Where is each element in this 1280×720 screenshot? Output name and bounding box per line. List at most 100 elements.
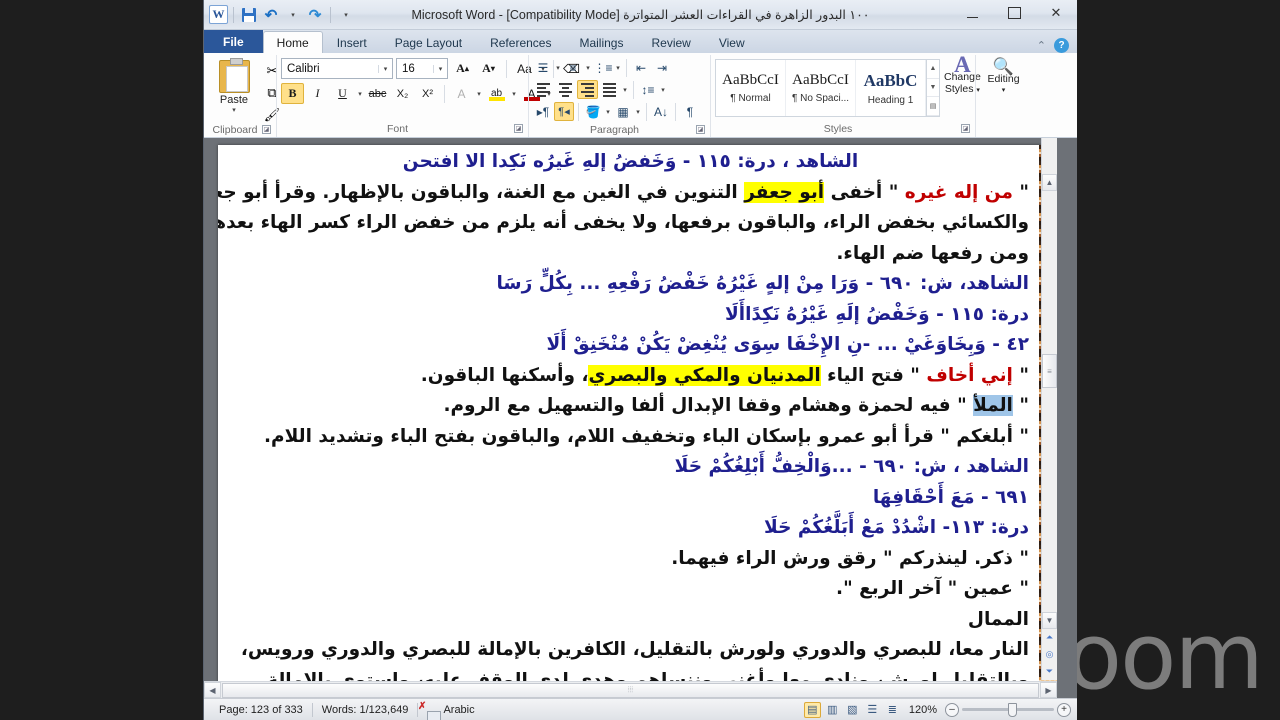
scroll-right-button[interactable]: ▶ xyxy=(1040,682,1057,698)
editing-button[interactable]: 🔍 Editing ▾ xyxy=(980,58,1027,97)
justify-dropdown-icon[interactable]: ▾ xyxy=(621,86,629,94)
collapse-ribbon-icon[interactable]: ⌃ xyxy=(1037,39,1046,52)
document-text-body[interactable]: الشاهد ، درة: ١١٥ - وَخَفضُ إلهِ غَيرُه … xyxy=(218,147,1029,690)
page-indicator[interactable]: Page: 123 of 333 xyxy=(210,704,312,716)
align-right-icon[interactable] xyxy=(577,80,598,99)
text-effects-icon[interactable]: A xyxy=(450,83,473,104)
superscript-button[interactable]: X² xyxy=(416,83,439,104)
horizontal-scroll-thumb[interactable]: ⦙⦙⦙ xyxy=(222,682,1039,698)
subscript-button[interactable]: X₂ xyxy=(391,83,414,104)
tab-insert[interactable]: Insert xyxy=(323,31,381,53)
tab-review[interactable]: Review xyxy=(637,31,704,53)
minimize-button[interactable] xyxy=(951,0,993,26)
numbering-dropdown-icon[interactable]: ▾ xyxy=(584,64,592,72)
styles-dialog-launcher-icon[interactable]: ◪ xyxy=(961,124,970,133)
save-icon[interactable] xyxy=(239,5,259,25)
document-page[interactable]: الشاهد ، درة: ١١٥ - وَخَفضُ إلهِ غَيرُه … xyxy=(218,145,1063,690)
clipboard-dialog-launcher-icon[interactable]: ◪ xyxy=(262,125,271,134)
web-layout-icon[interactable]: ▧ xyxy=(844,702,861,718)
shading-icon[interactable]: 🪣 xyxy=(583,102,603,121)
redo-icon[interactable]: ↷ xyxy=(305,5,325,25)
tab-references[interactable]: References xyxy=(476,31,565,53)
scroll-up-button[interactable]: ▲ xyxy=(1042,174,1057,191)
vertical-scrollbar[interactable]: ▲ ≡ ▼ ⏶ ◎ ⏷ xyxy=(1041,138,1057,680)
tab-file[interactable]: File xyxy=(204,30,263,53)
vertical-scroll-track[interactable] xyxy=(1042,388,1057,612)
italic-button[interactable]: I xyxy=(306,83,329,104)
borders-dropdown-icon[interactable]: ▾ xyxy=(634,108,642,116)
horizontal-scrollbar[interactable]: ◀ ⦙⦙⦙ ▶ xyxy=(204,681,1057,698)
styles-scroll-down-icon[interactable]: ▼ xyxy=(927,79,939,98)
justify-icon[interactable] xyxy=(599,80,620,99)
bullets-dropdown-icon[interactable]: ▾ xyxy=(554,64,562,72)
underline-dropdown-icon[interactable]: ▾ xyxy=(356,90,364,98)
font-size-combo[interactable]: 16 ▾ xyxy=(396,58,448,79)
style-heading-1[interactable]: AaBbC Heading 1 xyxy=(856,60,926,116)
tab-page-layout[interactable]: Page Layout xyxy=(381,31,476,53)
zoom-slider-knob[interactable] xyxy=(1008,702,1017,717)
highlight-icon[interactable]: ab xyxy=(485,83,508,104)
underline-button[interactable]: U xyxy=(331,83,354,104)
customize-qat-icon[interactable]: ▾ xyxy=(336,5,356,25)
full-screen-reading-icon[interactable]: ▥ xyxy=(824,702,841,718)
editing-dropdown-icon[interactable]: ▾ xyxy=(1002,85,1006,97)
help-icon[interactable]: ? xyxy=(1054,38,1069,53)
previous-page-icon[interactable]: ⏶ xyxy=(1042,629,1057,646)
bullets-icon[interactable]: ☰ xyxy=(533,58,553,77)
zoom-level[interactable]: 120% xyxy=(904,704,942,716)
language-indicator[interactable]: Arabic xyxy=(434,704,483,716)
line-spacing-icon[interactable]: ↕≡ xyxy=(638,80,658,99)
style-no-spacing[interactable]: AaBbCcI ¶ No Spaci... xyxy=(786,60,856,116)
close-button[interactable]: ✕ xyxy=(1035,0,1077,26)
outline-icon[interactable]: ☰ xyxy=(864,702,881,718)
select-browse-object-icon[interactable]: ◎ xyxy=(1042,646,1057,663)
scroll-down-button[interactable]: ▼ xyxy=(1042,612,1057,629)
styles-more-icon[interactable]: ▤ xyxy=(927,97,939,117)
chevron-down-icon[interactable]: ▾ xyxy=(378,64,392,73)
shrink-font-icon[interactable]: A ▾ xyxy=(477,58,500,79)
undo-dropdown-icon[interactable]: ▾ xyxy=(283,5,303,25)
scroll-left-button[interactable]: ◀ xyxy=(204,682,221,698)
decrease-indent-icon[interactable]: ⇤ xyxy=(631,58,651,77)
font-dialog-launcher-icon[interactable]: ◪ xyxy=(514,124,523,133)
print-layout-icon[interactable]: ▤ xyxy=(803,701,821,718)
ltr-icon[interactable]: ▸¶ xyxy=(533,102,553,121)
paste-button[interactable]: Paste ▾ xyxy=(208,58,260,124)
align-center-icon[interactable] xyxy=(555,80,576,99)
line-spacing-dropdown-icon[interactable]: ▾ xyxy=(659,86,667,94)
paragraph-dialog-launcher-icon[interactable]: ◪ xyxy=(696,125,705,134)
bold-button[interactable]: B xyxy=(281,83,304,104)
style-normal[interactable]: AaBbCcI ¶ Normal xyxy=(716,60,786,116)
sort-icon[interactable]: A↓ xyxy=(651,102,671,121)
numbering-icon[interactable]: ≡ xyxy=(563,58,583,77)
draft-icon[interactable]: ≣ xyxy=(884,702,901,718)
chevron-down-icon[interactable]: ▾ xyxy=(433,64,447,73)
zoom-out-button[interactable]: – xyxy=(945,702,959,717)
grow-font-icon[interactable]: A ▴ xyxy=(451,58,474,79)
multilevel-list-icon[interactable]: ⋮≡ xyxy=(593,58,613,77)
strikethrough-button[interactable]: abc xyxy=(366,83,389,104)
word-logo-icon[interactable]: W xyxy=(209,5,228,24)
align-left-icon[interactable] xyxy=(533,80,554,99)
zoom-in-button[interactable]: + xyxy=(1057,702,1071,717)
maximize-button[interactable] xyxy=(993,0,1035,26)
increase-indent-icon[interactable]: ⇥ xyxy=(652,58,672,77)
highlight-dropdown-icon[interactable]: ▾ xyxy=(510,90,518,98)
next-page-icon[interactable]: ⏷ xyxy=(1042,663,1057,680)
text-effects-dropdown-icon[interactable]: ▾ xyxy=(475,90,483,98)
tab-home[interactable]: Home xyxy=(262,31,323,53)
show-formatting-marks-icon[interactable]: ¶ xyxy=(680,102,700,121)
font-name-combo[interactable]: Calibri ▾ xyxy=(281,58,393,79)
tab-mailings[interactable]: Mailings xyxy=(565,31,637,53)
paste-dropdown-icon[interactable]: ▾ xyxy=(232,106,236,114)
vertical-scroll-thumb[interactable]: ≡ xyxy=(1042,354,1057,388)
styles-scroll-up-icon[interactable]: ▲ xyxy=(927,60,939,79)
borders-icon[interactable]: ▦ xyxy=(613,102,633,121)
zoom-slider[interactable] xyxy=(962,702,1054,717)
word-count[interactable]: Words: 1/123,649 xyxy=(313,704,418,716)
rtl-icon[interactable]: ¶◂ xyxy=(554,102,574,121)
undo-icon[interactable]: ↶ xyxy=(261,5,281,25)
multilevel-dropdown-icon[interactable]: ▾ xyxy=(614,64,622,72)
tab-view[interactable]: View xyxy=(705,31,759,53)
shading-dropdown-icon[interactable]: ▾ xyxy=(604,108,612,116)
